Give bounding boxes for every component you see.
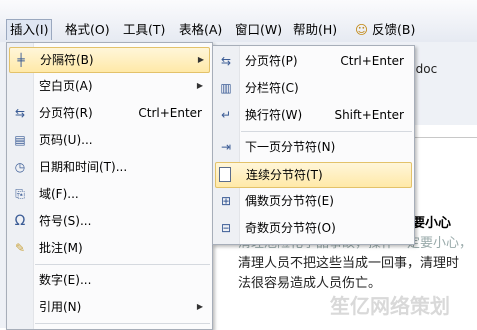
- menu-table[interactable]: 表格(A): [176, 20, 225, 40]
- document-line: 清理人员不把这些当成一回事，清理时: [238, 256, 460, 271]
- menu-item-label: 分栏符(C): [245, 81, 299, 95]
- omega-icon: Ω: [14, 213, 26, 229]
- column-break-icon: ▥: [220, 81, 232, 95]
- page-break-icon: ⇆: [220, 54, 232, 68]
- document-line: 法很容易造成人员伤亡。: [238, 276, 382, 291]
- feedback-icon: ☺: [355, 22, 369, 37]
- submenu-arrow-icon: ▶: [197, 55, 204, 64]
- submenu-item-next-page-section[interactable]: ⇥ 下一页分节符(N): [215, 135, 410, 159]
- menubar: 插入(I) 格式(O) 工具(T) 表格(A) 窗口(W) 帮助(H) ☺ 反馈…: [0, 0, 477, 43]
- menu-separator: [35, 323, 210, 324]
- menu-item-page-break[interactable]: ⇆ 分页符(R) Ctrl+Enter: [9, 101, 208, 125]
- odd-page-section-icon: ⊟: [220, 221, 232, 235]
- menu-format[interactable]: 格式(O): [62, 20, 113, 40]
- menu-item-shortcut: Ctrl+Enter: [340, 54, 404, 68]
- separator-icon: ╪: [17, 53, 25, 67]
- menu-item-label: 分隔符(B): [40, 53, 94, 67]
- menu-item-reference[interactable]: 引用(N) ▶: [9, 295, 208, 319]
- submenu-arrow-icon: ▶: [196, 81, 203, 90]
- menu-item-label: 引用(N): [39, 300, 82, 314]
- menu-item-separator[interactable]: ╪ 分隔符(B) ▶: [9, 47, 210, 73]
- menu-item-shortcut: Ctrl+Enter: [138, 106, 202, 120]
- document-heading: 要小心: [412, 216, 452, 231]
- watermark: 笙亿网络策划: [330, 294, 450, 318]
- comment-icon: ✎: [14, 241, 26, 255]
- menu-item-shortcut: Shift+Enter: [334, 108, 404, 122]
- menu-item-label: 连续分节符(T): [246, 168, 323, 182]
- menu-feedback-label: 反馈(B): [372, 22, 416, 37]
- page-number-icon: ▤: [14, 133, 26, 147]
- menu-item-label: 域(F)...: [39, 187, 79, 201]
- menu-item-label: 页码(U)...: [39, 133, 93, 147]
- menu-separator: [35, 264, 210, 265]
- submenu-item-column-break[interactable]: ▥ 分栏符(C): [215, 76, 410, 100]
- menu-item-label: 分页符(R): [39, 106, 93, 120]
- submenu-item-odd-page-section[interactable]: ⊟ 奇数页分节符(O): [215, 216, 410, 240]
- menu-item-field[interactable]: ⎘ 域(F)...: [9, 182, 208, 206]
- separator-submenu: ⇆ 分页符(P) Ctrl+Enter ▥ 分栏符(C) ↵ 换行符(W) Sh…: [212, 45, 415, 245]
- menu-window[interactable]: 窗口(W): [232, 20, 285, 40]
- menu-item-number[interactable]: 数字(E)...: [9, 268, 208, 292]
- menu-item-label: 空白页(A): [39, 79, 93, 93]
- clock-icon: ◷: [14, 160, 26, 174]
- menu-item-label: 批注(M): [39, 241, 83, 255]
- menu-item-comment[interactable]: ✎ 批注(M): [9, 236, 208, 260]
- submenu-arrow-icon: ▶: [196, 302, 203, 311]
- next-page-section-icon: ⇥: [220, 140, 232, 154]
- menu-item-label: 偶数页分节符(E): [245, 194, 334, 208]
- menu-insert[interactable]: 插入(I): [6, 19, 53, 40]
- menu-help[interactable]: 帮助(H): [290, 20, 340, 40]
- page-break-icon: ⇆: [14, 106, 26, 120]
- menu-item-label: 下一页分节符(N): [245, 140, 336, 154]
- menu-item-date-time[interactable]: ◷ 日期和时间(T)...: [9, 155, 208, 179]
- menu-item-label: 日期和时间(T)...: [39, 160, 128, 174]
- menu-item-page-number[interactable]: ▤ 页码(U)...: [9, 128, 208, 152]
- menu-item-symbol[interactable]: Ω 符号(S)...: [9, 209, 208, 233]
- menu-item-label: 奇数页分节符(O): [245, 221, 336, 235]
- continuous-section-icon: [219, 167, 231, 182]
- submenu-item-even-page-section[interactable]: ⊞ 偶数页分节符(E): [215, 189, 410, 213]
- menu-feedback[interactable]: ☺ 反馈(B): [352, 20, 418, 40]
- menu-item-blank-page[interactable]: 空白页(A) ▶: [9, 74, 208, 98]
- submenu-item-page-break[interactable]: ⇆ 分页符(P) Ctrl+Enter: [215, 49, 410, 73]
- field-icon: ⎘: [15, 187, 25, 201]
- menu-item-label: 换行符(W): [245, 108, 303, 122]
- even-page-section-icon: ⊞: [220, 194, 232, 208]
- submenu-item-line-break[interactable]: ↵ 换行符(W) Shift+Enter: [215, 103, 410, 127]
- insert-menu: ╪ 分隔符(B) ▶ 空白页(A) ▶ ⇆ 分页符(R) Ctrl+Enter …: [6, 42, 213, 330]
- menu-separator: [241, 131, 412, 132]
- menu-item-label: 数字(E)...: [39, 273, 92, 287]
- menu-item-label: 分页符(P): [245, 54, 298, 68]
- menu-item-label: 符号(S)...: [39, 214, 92, 228]
- submenu-item-continuous-section[interactable]: 连续分节符(T): [215, 162, 412, 188]
- menu-tools[interactable]: 工具(T): [120, 20, 168, 40]
- line-break-icon: ↵: [220, 108, 232, 122]
